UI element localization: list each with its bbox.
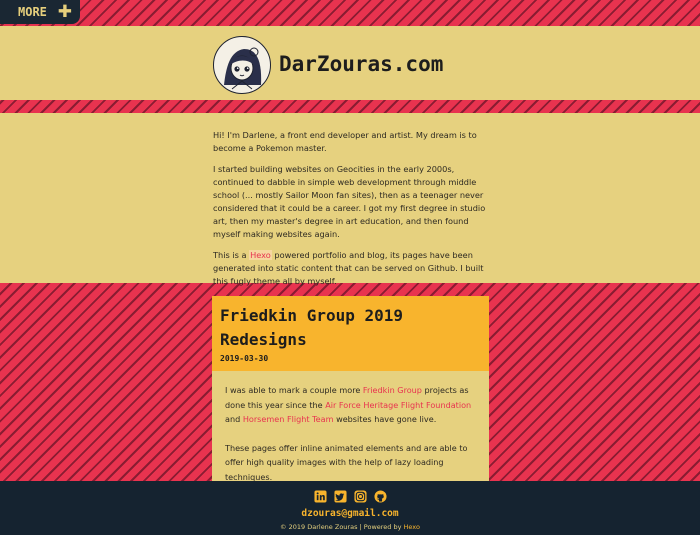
plus-icon[interactable]: ✚ — [58, 3, 72, 21]
post-paragraph: These pages offer inline animated elemen… — [225, 442, 468, 482]
intro-section: Hi! I'm Darlene, a front end developer a… — [0, 113, 700, 286]
post-paragraph: I was able to mark a couple more Friedki… — [225, 383, 477, 427]
intro-paragraph: This is a Hexo powered portfolio and blo… — [213, 249, 489, 288]
post-text-fragment: I was able to mark a couple more — [225, 385, 363, 395]
avatar[interactable] — [213, 36, 271, 94]
more-menu-toggle[interactable]: MORE ✚ — [0, 0, 80, 24]
site-title[interactable]: DarZouras.com — [279, 52, 443, 76]
more-label: MORE — [18, 5, 47, 19]
copyright-text: © 2019 Darlene Zouras | Powered by — [280, 523, 404, 531]
air-force-heritage-link[interactable]: Air Force Heritage Flight Foundation — [325, 400, 471, 410]
email-link[interactable]: dzouras@gmail.com — [0, 508, 700, 519]
copyright: © 2019 Darlene Zouras | Powered by Hexo — [0, 523, 700, 531]
post-title[interactable]: Friedkin Group 2019 Redesigns — [220, 304, 482, 352]
hexo-link[interactable]: Hexo — [249, 250, 272, 260]
post-date: 2019-03-30 — [220, 354, 269, 363]
post-text-fragment: and — [225, 414, 243, 424]
linkedin-icon[interactable] — [314, 490, 327, 503]
friedkin-group-link[interactable]: Friedkin Group — [363, 385, 422, 395]
instagram-icon[interactable] — [354, 490, 367, 503]
intro-paragraph: I started building websites on Geocities… — [213, 164, 486, 239]
horsemen-flight-team-link[interactable]: Horsemen Flight Team — [243, 414, 334, 424]
footer-hexo-link[interactable]: Hexo — [404, 523, 420, 531]
intro-paragraph: Hi! I'm Darlene, a front end developer a… — [213, 130, 477, 153]
twitter-icon[interactable] — [334, 490, 347, 503]
avatar-illustration-icon — [215, 38, 269, 92]
social-links — [314, 490, 387, 503]
site-footer: dzouras@gmail.com © 2019 Darlene Zouras … — [0, 481, 700, 535]
github-icon[interactable] — [374, 490, 387, 503]
post-text-fragment: websites have gone live. — [333, 414, 437, 424]
site-header: DarZouras.com — [0, 26, 700, 100]
post-body: I was able to mark a couple more Friedki… — [212, 371, 489, 482]
intro-text-fragment: This is a — [213, 250, 250, 260]
blog-post-card: Friedkin Group 2019 Redesigns 2019-03-30… — [212, 296, 489, 482]
post-header: Friedkin Group 2019 Redesigns 2019-03-30 — [212, 296, 489, 371]
intro-text: Hi! I'm Darlene, a front end developer a… — [213, 129, 489, 296]
